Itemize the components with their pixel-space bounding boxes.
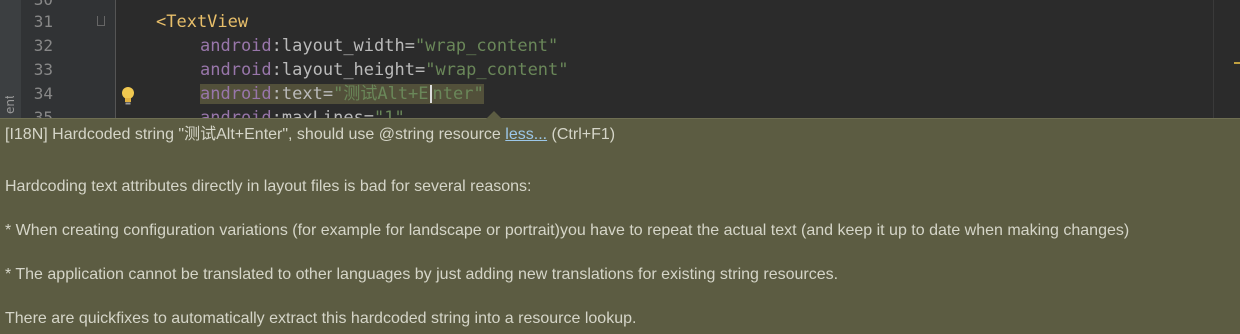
side-tool-label[interactable]: ents xyxy=(3,96,17,120)
attr-namespace: android xyxy=(200,84,272,104)
line-number: 34 xyxy=(33,84,53,103)
code-line-33[interactable]: android:layout_height="wrap_content" xyxy=(200,58,569,82)
code-line-31[interactable]: <TextView xyxy=(156,10,248,34)
attr-value-part: "测试Alt+E xyxy=(333,84,429,104)
less-link[interactable]: less... xyxy=(505,126,547,143)
xml-tag: <TextView xyxy=(156,12,249,32)
attr-namespace: android xyxy=(200,60,272,80)
attr-value: "wrap_content" xyxy=(425,60,569,80)
inspection-title-line: [I18N] Hardcoded string "测试Alt+Enter", s… xyxy=(5,125,615,145)
attr-equals: = xyxy=(414,60,426,80)
attr-value: "wrap_content" xyxy=(414,36,559,56)
line-number: 33 xyxy=(33,60,53,79)
text-caret xyxy=(429,85,432,103)
fold-icon[interactable] xyxy=(97,16,105,26)
inspection-paragraph: * The application cannot be translated t… xyxy=(5,266,839,283)
right-margin-guide xyxy=(1213,0,1214,120)
attr-name: layout_height xyxy=(281,60,415,80)
attr-equals: = xyxy=(404,36,415,56)
scrollbar-warning-marker[interactable] xyxy=(1234,62,1240,64)
inspection-paragraph: There are quickfixes to automatically ex… xyxy=(5,310,637,327)
attr-name: text xyxy=(281,84,323,104)
inspection-paragraph: * When creating configuration variations… xyxy=(5,222,1130,239)
tooltip-pointer xyxy=(486,111,502,119)
code-line-34[interactable]: android:text="测试Alt+E nter" xyxy=(200,82,484,106)
attr-equals: = xyxy=(322,84,334,104)
shortcut-hint: (Ctrl+F1) xyxy=(551,126,616,143)
inspection-title: [I18N] Hardcoded string "测试Alt+Enter", s… xyxy=(5,126,501,143)
attr-colon: : xyxy=(271,36,282,56)
inspection-paragraph: Hardcoding text attributes directly in l… xyxy=(5,178,532,195)
line-number: 31 xyxy=(33,12,53,31)
inspection-tooltip: [I18N] Hardcoded string "测试Alt+Enter", s… xyxy=(0,118,1240,334)
lightbulb-icon[interactable] xyxy=(121,86,135,106)
attr-colon: : xyxy=(271,84,282,104)
attr-namespace: android xyxy=(200,36,272,56)
line-number: 32 xyxy=(33,36,53,55)
code-line-32[interactable]: android:layout_width="wrap_content" xyxy=(200,34,558,58)
attr-name: layout_width xyxy=(281,36,405,56)
attr-colon: : xyxy=(271,60,282,80)
attr-value-part: nter" xyxy=(432,84,484,104)
